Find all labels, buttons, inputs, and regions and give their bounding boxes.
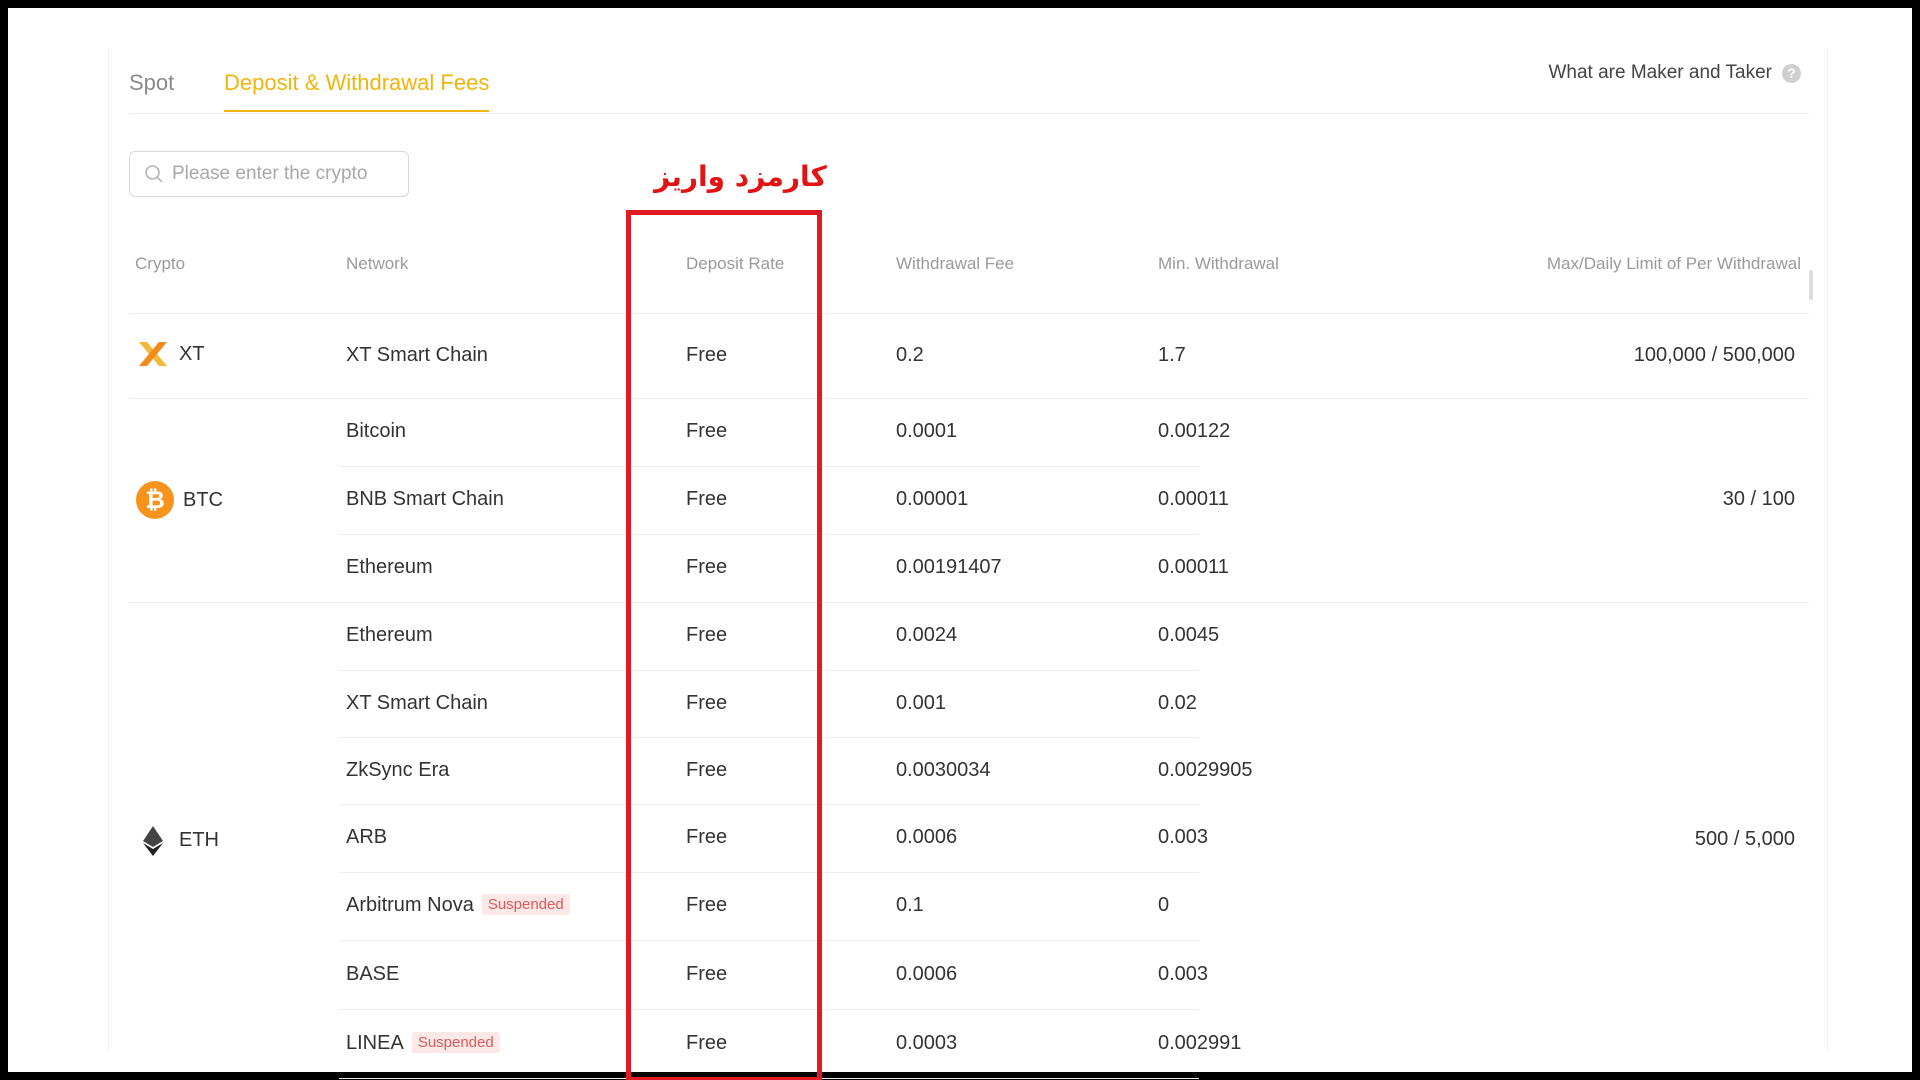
screenshot-frame: Spot Deposit & Withdrawal Fees What are … <box>8 8 1912 1080</box>
column-header-0: Crypto <box>135 254 186 273</box>
network-name: ARB <box>346 826 388 848</box>
search-icon <box>145 165 163 183</box>
network-cell: BNB Smart Chain <box>346 488 504 511</box>
network-cell: ARB <box>346 826 387 849</box>
crypto-search-input[interactable] <box>172 163 392 185</box>
column-header-5: Max/Daily Limit of Per Withdrawal <box>1546 254 1801 273</box>
limit-cell: 500 / 5,000 <box>1694 828 1795 850</box>
network-cell: Bitcoin <box>346 420 406 443</box>
row-divider <box>129 398 1809 399</box>
min-withdrawal-cell: 0 <box>1158 894 1170 916</box>
tab-spot[interactable]: Spot <box>129 70 174 110</box>
network-cell: Ethereum <box>346 556 433 579</box>
withdrawal-fee-cell: 0.0001 <box>896 420 958 442</box>
min-withdrawal-cell: 0.02 <box>1158 691 1197 714</box>
crypto-cell-btc: ₿ BTC <box>135 480 223 520</box>
min-withdrawal-cell: 0.00011 <box>1158 488 1229 510</box>
table-scrollbar[interactable] <box>1809 270 1813 300</box>
maker-taker-help-link[interactable]: What are Maker and Taker ? <box>1548 62 1801 84</box>
crypto-symbol: ETH <box>179 828 219 851</box>
network-cell: BASE <box>346 963 399 986</box>
limit-cell: 100,000 / 500,000 <box>1633 344 1795 366</box>
network-name: Bitcoin <box>346 420 407 442</box>
min-withdrawal-cell: 0.003 <box>1158 962 1209 985</box>
network-name: BNB Smart Chain <box>346 488 504 510</box>
network-cell: XT Smart Chain <box>346 344 488 367</box>
svg-text:₿: ₿ <box>145 486 165 514</box>
withdrawal-fee-cell: 0.00001 <box>896 488 969 510</box>
withdrawal-fee-cell: 0.001 <box>896 691 947 714</box>
min-withdrawal-cell: 0.002991 <box>1158 1031 1242 1054</box>
question-icon[interactable]: ? <box>1782 63 1801 83</box>
network-cell: ZkSync Era <box>346 759 449 782</box>
column-header-1: Network <box>346 254 409 273</box>
column-header-4: Min. Withdrawal <box>1158 254 1279 273</box>
crypto-cell-eth: ETH <box>135 820 219 860</box>
maker-taker-label: What are Maker and Taker <box>1548 62 1772 83</box>
limit-cell: 30 / 100 <box>1722 488 1795 510</box>
crypto-symbol: XT <box>179 342 205 365</box>
min-withdrawal-cell: 0.00011 <box>1158 556 1229 578</box>
min-withdrawal-cell: 0.0045 <box>1158 624 1220 646</box>
min-withdrawal-cell: 1.7 <box>1158 344 1186 366</box>
tab-deposit-withdrawal-fees[interactable]: Deposit & Withdrawal Fees <box>224 70 490 112</box>
column-header-3: Withdrawal Fee <box>896 254 1015 273</box>
withdrawal-fee-cell: 0.0006 <box>896 962 958 985</box>
network-name: XT Smart Chain <box>346 344 488 366</box>
min-withdrawal-cell: 0.0029905 <box>1158 758 1253 781</box>
xt-logo-icon <box>139 342 167 366</box>
network-name: BASE <box>346 962 400 985</box>
min-withdrawal-cell: 0.00122 <box>1158 420 1231 442</box>
ethereum-logo-icon <box>143 826 163 856</box>
network-cell: LINEA Suspended <box>346 1031 500 1055</box>
network-cell: Ethereum <box>346 624 433 647</box>
network-name: ZkSync Era <box>346 758 450 781</box>
annotation-label: کارمزد واریز <box>654 160 827 193</box>
withdrawal-fee-cell: 0.0006 <box>896 826 958 848</box>
withdrawal-fee-cell: 0.0024 <box>896 624 958 646</box>
network-cell: Arbitrum Nova Suspended <box>346 894 570 917</box>
min-withdrawal-cell: 0.003 <box>1158 826 1209 848</box>
crypto-cell-xt: XT <box>135 336 205 372</box>
header-divider <box>129 313 1809 314</box>
bitcoin-logo-icon: ₿ <box>136 481 174 519</box>
withdrawal-fee-cell: 0.0003 <box>896 1031 958 1054</box>
fees-card: Spot Deposit & Withdrawal Fees What are … <box>108 48 1828 1080</box>
network-name: XT Smart Chain <box>346 691 488 714</box>
withdrawal-fee-cell: 0.0030034 <box>896 758 991 781</box>
suspended-badge: Suspended <box>481 894 570 915</box>
network-name: Ethereum <box>346 556 433 578</box>
network-name: Ethereum <box>346 624 433 646</box>
crypto-search-box[interactable] <box>129 151 409 197</box>
network-cell: XT Smart Chain <box>346 692 488 715</box>
network-name: Arbitrum Nova <box>346 894 474 916</box>
tab-bar: Spot Deposit & Withdrawal Fees What are … <box>129 48 1809 114</box>
withdrawal-fee-cell: 0.2 <box>896 344 924 366</box>
network-name: LINEA <box>346 1031 404 1054</box>
row-divider <box>129 602 1809 603</box>
suspended-badge: Suspended <box>411 1031 500 1053</box>
withdrawal-fee-cell: 0.00191407 <box>896 556 1002 578</box>
annotation-highlight-box <box>626 210 822 1080</box>
crypto-symbol: BTC <box>183 488 223 511</box>
withdrawal-fee-cell: 0.1 <box>896 894 924 916</box>
